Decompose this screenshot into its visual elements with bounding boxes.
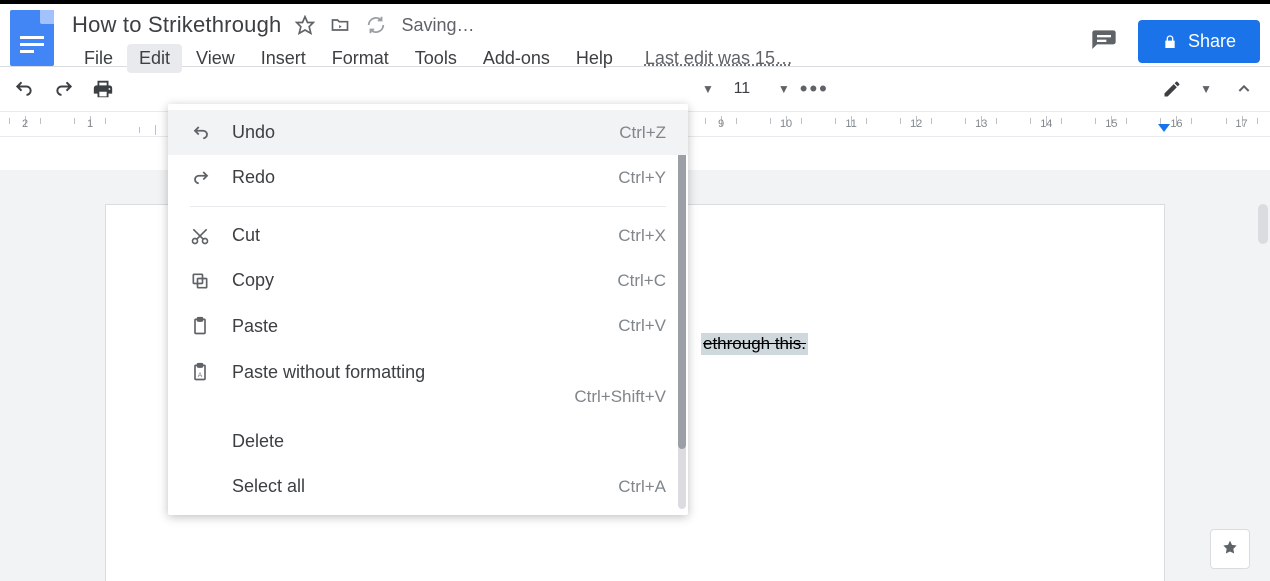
ruler-label: 1 bbox=[87, 118, 93, 130]
menu-item-shortcut: Ctrl+Shift+V bbox=[190, 387, 666, 407]
editing-mode-icon[interactable] bbox=[1162, 79, 1182, 99]
saving-status: Saving… bbox=[401, 15, 474, 36]
toolbar-undo-icon[interactable] bbox=[12, 79, 42, 99]
menu-item-delete[interactable]: Delete bbox=[168, 419, 688, 464]
editing-mode-chevron-icon[interactable]: ▼ bbox=[1200, 82, 1212, 96]
toolbar-print-icon[interactable] bbox=[92, 78, 122, 100]
menu-item-label: Delete bbox=[232, 431, 666, 452]
header-right: Share bbox=[1090, 10, 1260, 63]
title-column: How to Strikethrough Saving… File Edit V… bbox=[72, 10, 1090, 73]
ruler-label: 2 bbox=[22, 118, 28, 130]
font-size-value: 11 bbox=[724, 80, 760, 98]
menu-item-copy[interactable]: Copy Ctrl+C bbox=[168, 258, 688, 303]
vertical-scrollbar[interactable] bbox=[1258, 204, 1268, 244]
menu-item-select-all[interactable]: Select all Ctrl+A bbox=[168, 464, 688, 509]
last-edit-link[interactable]: Last edit was 15… bbox=[645, 48, 793, 69]
ruler-label: 16 bbox=[1170, 118, 1182, 130]
toolbar-more-icon[interactable]: ••• bbox=[800, 76, 829, 102]
paste-plain-icon: A bbox=[190, 361, 218, 383]
menu-item-shortcut: Ctrl+V bbox=[618, 316, 666, 336]
copy-icon bbox=[190, 271, 218, 291]
menu-item-label: Cut bbox=[232, 225, 618, 246]
comments-icon[interactable] bbox=[1090, 28, 1118, 56]
menu-item-shortcut: Ctrl+A bbox=[618, 477, 666, 497]
explore-button[interactable] bbox=[1210, 529, 1250, 569]
toolbar-redo-icon[interactable] bbox=[52, 79, 82, 99]
menu-item-label: Redo bbox=[232, 167, 618, 188]
edit-dropdown-menu: Undo Ctrl+Z Redo Ctrl+Y Cut Ctrl+X Copy … bbox=[168, 104, 688, 515]
menu-separator bbox=[190, 206, 666, 207]
cut-icon bbox=[190, 226, 218, 246]
move-folder-icon[interactable] bbox=[329, 15, 351, 35]
docs-logo-icon[interactable] bbox=[10, 10, 54, 66]
ruler-label: 13 bbox=[975, 118, 987, 130]
menu-item-paste[interactable]: Paste Ctrl+V bbox=[168, 303, 688, 349]
paste-icon bbox=[190, 315, 218, 337]
menu-item-label: Copy bbox=[232, 270, 617, 291]
redo-icon bbox=[190, 169, 218, 187]
ruler-label: 14 bbox=[1040, 118, 1052, 130]
collapse-toolbar-icon[interactable] bbox=[1230, 75, 1258, 103]
svg-text:A: A bbox=[198, 372, 203, 379]
font-family-chevron-icon[interactable]: ▼ bbox=[702, 82, 714, 96]
ruler-label: 11 bbox=[845, 118, 856, 130]
menu-item-shortcut: Ctrl+Z bbox=[619, 123, 666, 143]
ruler-label: 12 bbox=[910, 118, 922, 130]
menu-item-shortcut: Ctrl+Y bbox=[618, 168, 666, 188]
menu-item-shortcut: Ctrl+C bbox=[617, 271, 666, 291]
menu-item-label: Paste bbox=[232, 316, 618, 337]
share-label: Share bbox=[1188, 31, 1236, 52]
menu-item-label: Undo bbox=[232, 122, 619, 143]
selected-strikethrough-text[interactable]: ethrough this. bbox=[701, 333, 808, 355]
ruler-label: 15 bbox=[1105, 118, 1117, 130]
menu-item-redo[interactable]: Redo Ctrl+Y bbox=[168, 155, 688, 200]
share-button[interactable]: Share bbox=[1138, 20, 1260, 63]
font-size-selector[interactable]: 11 ▼ bbox=[724, 80, 790, 98]
menu-item-shortcut: Ctrl+X bbox=[618, 226, 666, 246]
star-icon[interactable] bbox=[295, 15, 315, 35]
document-title[interactable]: How to Strikethrough bbox=[72, 12, 281, 38]
menu-item-paste-without-formatting[interactable]: A Paste without formatting Ctrl+Shift+V bbox=[168, 349, 688, 419]
font-size-chevron-icon: ▼ bbox=[778, 82, 790, 96]
menu-item-label: Paste without formatting bbox=[232, 362, 666, 383]
menu-item-undo[interactable]: Undo Ctrl+Z bbox=[168, 110, 688, 155]
app-header: How to Strikethrough Saving… File Edit V… bbox=[0, 4, 1270, 66]
undo-icon bbox=[190, 124, 218, 142]
ruler-label: 9 bbox=[718, 118, 724, 130]
ruler-label: 10 bbox=[780, 118, 792, 130]
title-row: How to Strikethrough Saving… bbox=[72, 10, 1090, 40]
cloud-sync-icon[interactable] bbox=[365, 14, 387, 36]
ruler-label: 17 bbox=[1235, 118, 1247, 130]
lock-icon bbox=[1162, 33, 1178, 51]
menu-item-label: Select all bbox=[232, 476, 618, 497]
menu-item-cut[interactable]: Cut Ctrl+X bbox=[168, 213, 688, 258]
ruler-right-indent-marker[interactable] bbox=[1158, 124, 1170, 132]
